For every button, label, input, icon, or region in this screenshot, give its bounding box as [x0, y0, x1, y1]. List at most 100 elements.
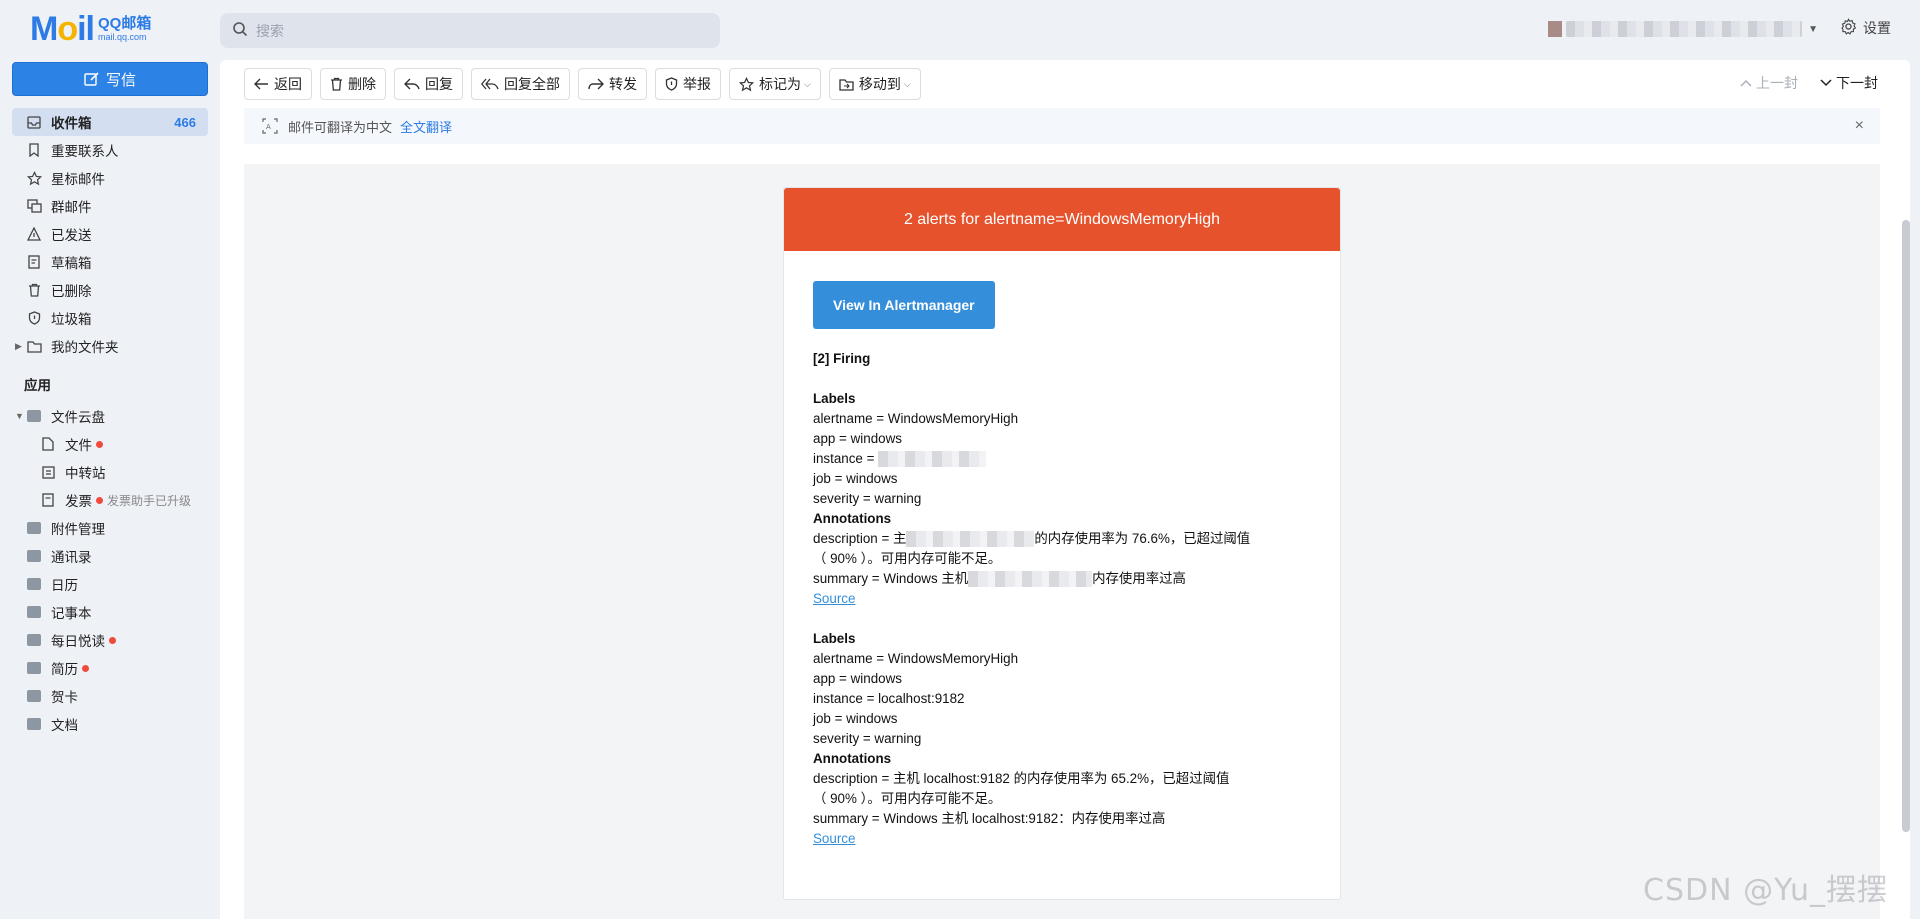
sidebar-item-my-folders[interactable]: ▶ 我的文件夹: [12, 332, 208, 360]
sidebar-item-cloud-drive[interactable]: ▼ 文件云盘: [12, 402, 208, 430]
settings-button[interactable]: 设置: [1840, 18, 1891, 38]
cloud-drive-icon: [26, 408, 42, 424]
reading-icon: [26, 632, 42, 648]
shield-alert-icon: [665, 77, 678, 91]
reply-all-button[interactable]: 回复全部: [471, 68, 570, 100]
shield-icon: [26, 310, 42, 326]
delete-button[interactable]: 删除: [320, 68, 386, 100]
draft-icon: [26, 254, 42, 270]
folder-move-icon: [839, 78, 854, 91]
translate-hint: 邮件可翻译为中文: [288, 119, 393, 135]
chevron-right-icon[interactable]: ▶: [15, 341, 22, 352]
sidebar-item-contacts[interactable]: 通讯录: [12, 542, 208, 570]
reply-button[interactable]: 回复: [394, 68, 463, 100]
back-button[interactable]: 返回: [244, 68, 312, 100]
arrow-left-icon: [254, 78, 268, 90]
qq-mail-logo[interactable]: Moil QQ邮箱 mail.qq.com: [30, 12, 151, 46]
chevron-up-icon: [1740, 79, 1752, 87]
sidebar-item-attachments[interactable]: 附件管理: [12, 514, 208, 542]
label-alertname: alertname = WindowsMemoryHigh: [813, 411, 1019, 426]
annotation-description-line2: （ 90% ）。可用内存可能不足。: [813, 551, 1002, 566]
sidebar-item-starred[interactable]: 星标邮件: [12, 164, 208, 192]
sidebar-item-deleted[interactable]: 已删除: [12, 276, 208, 304]
source-link[interactable]: Source: [813, 591, 855, 606]
close-icon[interactable]: ×: [1855, 117, 1864, 135]
logo-brand: QQ邮箱: [98, 15, 152, 32]
report-button[interactable]: 举报: [655, 68, 721, 100]
folder-nav: 收件箱 466 重要联系人 星标邮件 群邮件 已发送 草稿箱 已删除 垃圾箱 ▶…: [12, 108, 208, 738]
sent-icon: [26, 226, 42, 242]
chevron-down-icon: ▼: [1808, 23, 1818, 35]
sidebar-item-files[interactable]: 文件: [12, 430, 208, 458]
sidebar-item-sent[interactable]: 已发送: [12, 220, 208, 248]
file-icon: [40, 436, 56, 452]
reply-all-icon: [481, 78, 499, 90]
label-instance: instance =: [813, 449, 1311, 469]
labels-heading: Labels: [813, 391, 856, 406]
sidebar: 写信 收件箱 466 重要联系人 星标邮件 群邮件 已发送 草稿箱 已删除 垃圾…: [0, 60, 218, 919]
label-app: app = windows: [813, 671, 902, 686]
sidebar-item-docs[interactable]: 文档: [12, 710, 208, 738]
inbox-icon: [26, 114, 42, 130]
translate-bar: A 邮件可翻译为中文 全文翻译 ×: [244, 108, 1880, 144]
labels-heading: Labels: [813, 631, 856, 646]
sidebar-item-important-contacts[interactable]: 重要联系人: [12, 136, 208, 164]
label-alertname: alertname = WindowsMemoryHigh: [813, 651, 1019, 666]
search-input[interactable]: [256, 22, 696, 39]
sidebar-item-transfer-station[interactable]: 中转站: [12, 458, 208, 486]
chevron-down-icon: ⌵: [804, 78, 811, 89]
annotations-heading: Annotations: [813, 751, 892, 766]
top-bar: Moil QQ邮箱 mail.qq.com ▼ 设置: [0, 0, 1920, 60]
sidebar-item-inbox[interactable]: 收件箱 466: [12, 108, 208, 136]
gear-icon: [1840, 18, 1857, 38]
bookmark-icon: [26, 142, 42, 158]
prev-mail-button[interactable]: 上一封: [1740, 73, 1798, 93]
label-severity: severity = warning: [813, 731, 922, 746]
label-severity: severity = warning: [813, 491, 922, 506]
view-in-alertmanager-button[interactable]: View In Alertmanager: [813, 281, 995, 329]
invoice-icon: [40, 492, 56, 508]
forward-button[interactable]: 转发: [578, 68, 647, 100]
redacted-instance: [878, 451, 987, 468]
compose-icon: [84, 72, 99, 86]
sidebar-item-drafts[interactable]: 草稿箱: [12, 248, 208, 276]
settings-label: 设置: [1863, 20, 1891, 36]
sidebar-item-group-mail[interactable]: 群邮件: [12, 192, 208, 220]
svg-text:A: A: [266, 123, 271, 131]
scrollbar[interactable]: [1902, 220, 1910, 832]
reading-pane: 返回 删除 回复 回复全部 转发 举报 标记为 ⌵ 移动到 ⌵ 上一封 下一封 …: [220, 60, 1910, 919]
account-menu[interactable]: ▼: [1548, 18, 1818, 40]
annotation-summary: summary = Windows 主机 localhost:9182：内存使用…: [813, 811, 1166, 826]
mark-as-dropdown[interactable]: 标记为 ⌵: [729, 68, 821, 100]
star-icon: [26, 170, 42, 186]
apps-section-title: 应用: [24, 378, 51, 393]
sidebar-item-greeting-card[interactable]: 贺卡: [12, 682, 208, 710]
sidebar-item-daily-reading[interactable]: 每日悦读: [12, 626, 208, 654]
next-mail-button[interactable]: 下一封: [1820, 73, 1878, 93]
sidebar-item-spam[interactable]: 垃圾箱: [12, 304, 208, 332]
chevron-down-icon: [1820, 79, 1832, 87]
mail-toolbar: 返回 删除 回复 回复全部 转发 举报 标记为 ⌵ 移动到 ⌵ 上一封 下一封: [220, 60, 1910, 108]
alert-block-2: Labels alertname = WindowsMemoryHigh app…: [813, 629, 1311, 849]
logo-domain: mail.qq.com: [98, 32, 147, 42]
folder-icon: [26, 338, 42, 354]
full-translate-link[interactable]: 全文翻译: [400, 117, 452, 136]
star-icon: [739, 76, 754, 91]
sidebar-item-notepad[interactable]: 记事本: [12, 598, 208, 626]
move-to-dropdown[interactable]: 移动到 ⌵: [828, 68, 921, 100]
source-link[interactable]: Source: [813, 831, 855, 846]
sidebar-item-calendar[interactable]: 日历: [12, 570, 208, 598]
invoice-upgrade-hint: 发票助手已升级: [107, 493, 192, 508]
sidebar-item-resume[interactable]: 简历: [12, 654, 208, 682]
contacts-icon: [26, 548, 42, 564]
annotation-description: description = 主的内存使用率为 76.6%，已超过阈值: [813, 531, 1251, 548]
sidebar-item-invoice[interactable]: 发票 发票助手已升级: [12, 486, 208, 514]
search-box[interactable]: [220, 13, 720, 48]
reply-icon: [404, 78, 420, 90]
unread-dot: [96, 496, 103, 504]
trash-icon: [331, 77, 342, 91]
greeting-card-icon: [26, 688, 42, 704]
chevron-down-icon[interactable]: ▼: [15, 411, 24, 421]
annotation-description-line2: （ 90% ）。可用内存可能不足。: [813, 791, 1002, 806]
compose-button[interactable]: 写信: [12, 62, 208, 96]
